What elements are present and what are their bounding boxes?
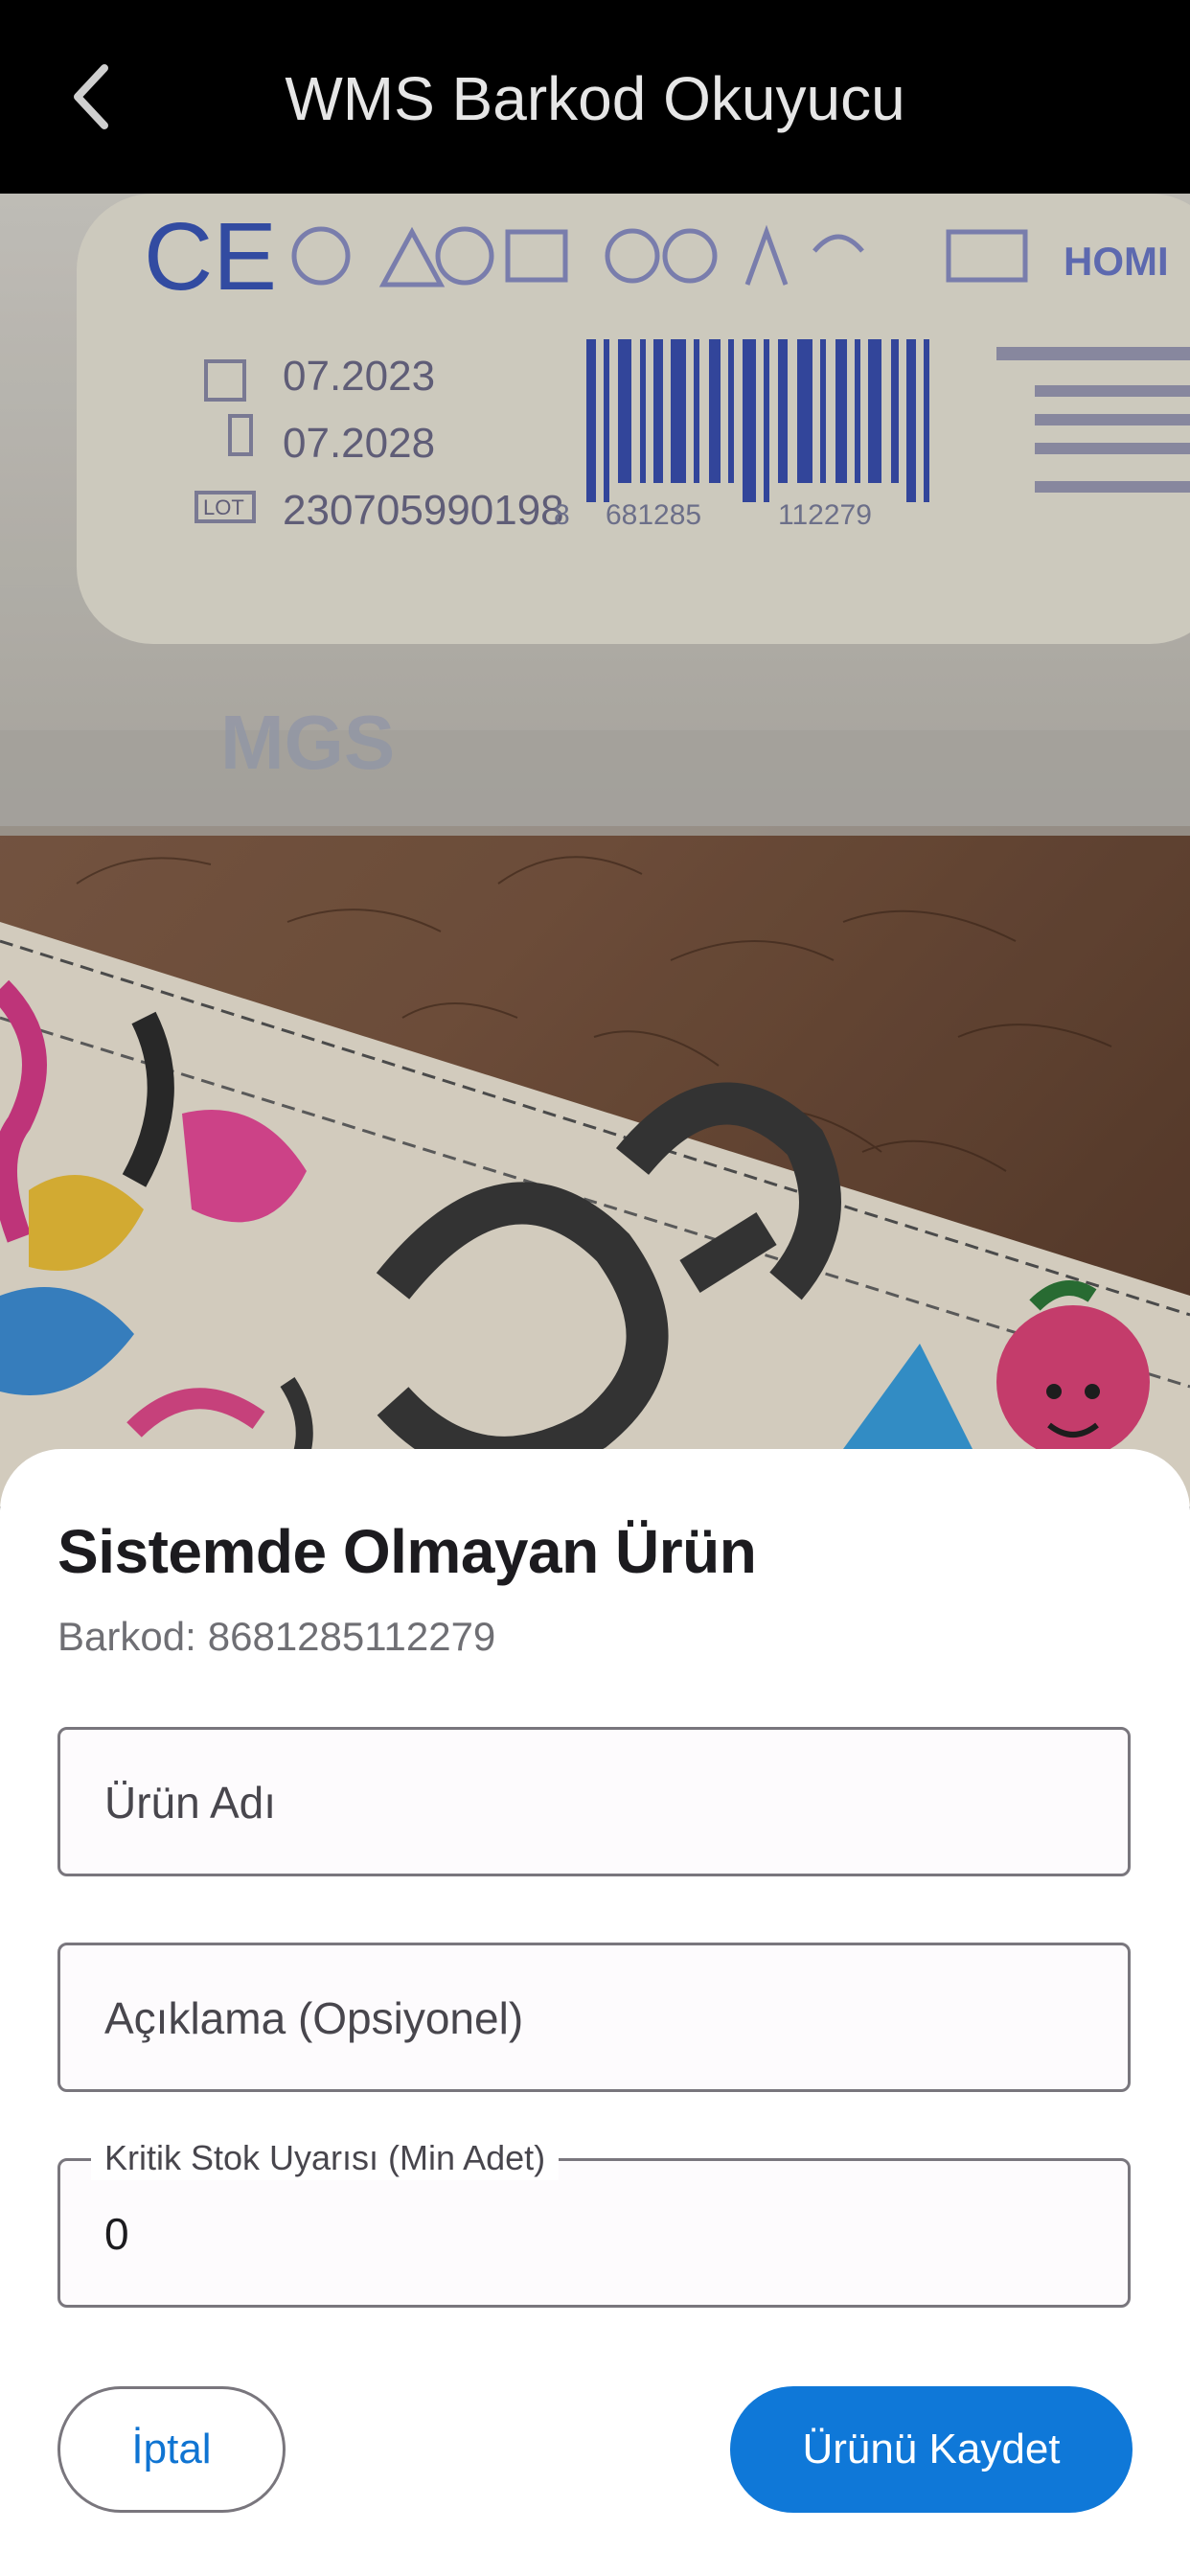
description-field[interactable]	[57, 1943, 1131, 2092]
page-title: WMS Barkod Okuyucu	[285, 64, 905, 133]
product-name-field[interactable]	[57, 1727, 1131, 1876]
barcode-info: Barkod: 8681285112279	[57, 1614, 507, 1660]
save-product-button[interactable]: Ürünü Kaydet	[730, 2386, 1133, 2513]
camera-preview[interactable]: CE HOMI 07.2023 07.2028 230705990198 LOT	[0, 194, 1190, 1506]
app-root: WMS Barkod Okuyucu CE HOMI 07.2023 07.20…	[0, 0, 1190, 2576]
description-input[interactable]	[103, 1945, 1084, 2091]
barcode-label: Barkod:	[57, 1614, 196, 1659]
min-stock-field[interactable]: Kritik Stok Uyarısı (Min Adet)	[57, 2136, 1131, 2308]
sheet-title: Sistemde Olmayan Ürün	[57, 1517, 757, 1586]
min-stock-input[interactable]	[103, 2161, 1084, 2307]
unknown-product-sheet: Sistemde Olmayan Ürün Barkod: 86812851122…	[0, 1449, 1190, 2576]
cancel-button[interactable]: İptal	[57, 2386, 286, 2513]
camera-frame: CE HOMI 07.2023 07.2028 230705990198 LOT	[0, 194, 1190, 1506]
product-name-input[interactable]	[103, 1730, 1084, 1875]
barcode-value: 8681285112279	[207, 1614, 496, 1659]
top-app-bar: WMS Barkod Okuyucu	[0, 0, 1190, 194]
